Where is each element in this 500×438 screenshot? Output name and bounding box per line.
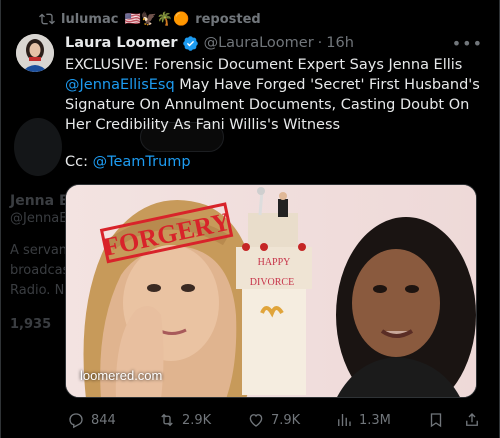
- repost-label: reposted: [195, 11, 261, 27]
- repost-banner: lulumac 🇺🇸🦅🌴🟠 reposted: [39, 10, 261, 28]
- tweet-cc-line: Cc: @TeamTrump: [65, 152, 191, 172]
- bookmark-icon: [430, 413, 442, 428]
- cake-text-top: HAPPY: [258, 257, 291, 268]
- repost-user-emoji: 🇺🇸🦅🌴🟠: [124, 11, 190, 27]
- mention-link[interactable]: @TeamTrump: [93, 154, 191, 170]
- tweet-media-image[interactable]: FORGERY HAPPY DIVORCE loomered.com: [65, 184, 477, 398]
- separator-dot: ·: [317, 35, 323, 51]
- reply-icon: [69, 413, 83, 429]
- media-watermark: loomered.com: [80, 368, 163, 383]
- views-button[interactable]: 1.3M: [335, 411, 391, 429]
- share-button[interactable]: [463, 411, 481, 429]
- repost-button[interactable]: 2.9K: [158, 411, 211, 429]
- reply-count: 844: [91, 412, 116, 428]
- repost-icon: [39, 13, 55, 25]
- views-count: 1.3M: [359, 412, 391, 428]
- bookmark-button[interactable]: [427, 411, 445, 429]
- like-count: 7.9K: [271, 412, 301, 428]
- analytics-icon: [338, 414, 351, 426]
- more-options-icon[interactable]: •••: [452, 34, 483, 53]
- author-handle[interactable]: @LauraLoomer: [204, 35, 314, 51]
- author-name[interactable]: Laura Loomer: [65, 35, 178, 51]
- tweet-header: Laura Loomer @LauraLoomer · 16h •••: [65, 33, 483, 53]
- like-button[interactable]: 7.9K: [247, 411, 300, 429]
- heart-icon: [249, 414, 263, 427]
- tweet-actions-bar: 844 2.9K 7.9K 1.3M: [65, 410, 485, 430]
- tweet-card[interactable]: lulumac 🇺🇸🦅🌴🟠 reposted Laura Loomer @Lau…: [0, 0, 500, 438]
- repost-count: 2.9K: [182, 412, 212, 428]
- tweet-text-part: EXCLUSIVE: Forensic Document Expert Says…: [65, 57, 463, 73]
- cc-label: Cc:: [65, 154, 93, 170]
- tweet-timestamp[interactable]: 16h: [326, 35, 354, 51]
- author-avatar[interactable]: [16, 34, 54, 72]
- share-icon: [466, 413, 478, 426]
- cake-text-bottom: DIVORCE: [250, 277, 294, 288]
- repost-icon: [161, 413, 173, 427]
- reply-button[interactable]: 844: [67, 411, 116, 429]
- tweet-text: EXCLUSIVE: Forensic Document Expert Says…: [65, 55, 485, 135]
- mention-link[interactable]: @JennaEllisEsq: [65, 77, 175, 93]
- repost-user[interactable]: lulumac: [61, 12, 118, 27]
- verified-badge-icon: [182, 35, 198, 51]
